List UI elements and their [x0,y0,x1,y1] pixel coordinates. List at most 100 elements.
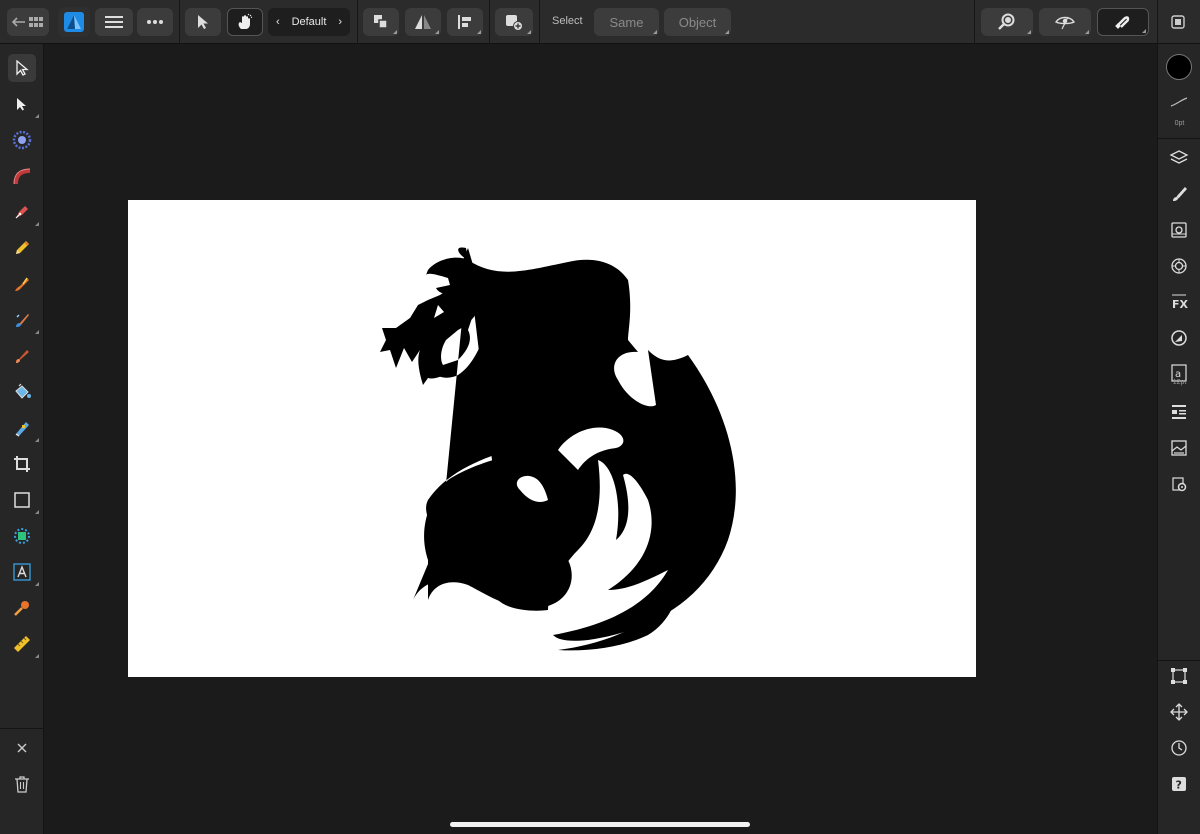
shape-builder-button[interactable] [8,162,36,190]
document-canvas[interactable] [128,200,976,677]
preset-selector[interactable]: ‹ Default › [268,8,350,36]
pen-tool-button[interactable] [8,198,39,226]
chevron-right-icon[interactable]: › [338,16,342,28]
back-to-gallery-button[interactable] [7,8,49,36]
color-picker-icon [14,601,29,616]
insert-button[interactable] [495,8,533,36]
snapping-button[interactable] [1097,8,1149,36]
more-button[interactable] [137,8,173,36]
place-image-button[interactable] [8,522,36,550]
flip-button[interactable] [405,8,441,36]
effects-icon: FX [1172,294,1188,311]
paint-brush-button[interactable] [8,306,39,334]
submenu-indicator-icon [527,30,531,34]
select-label: Select [552,15,583,27]
gallery-studio-button[interactable] [1165,434,1193,462]
document-menu-button[interactable] [95,8,133,36]
history-studio-button[interactable] [1165,734,1193,762]
corner-tool-button[interactable] [8,126,36,154]
measure-tool-button[interactable] [8,630,39,658]
designer-app-icon [64,12,84,32]
align-left-icon [458,15,471,29]
designer-persona-button[interactable] [58,7,90,37]
svg-text:FX: FX [1172,298,1188,311]
crop-tool-icon [14,456,30,472]
fill-color-swatch[interactable] [1166,54,1192,80]
preset-label: Default [291,16,327,28]
close-icon [17,743,27,753]
submenu-indicator-icon [725,30,729,34]
hide-ui-button[interactable] [1164,8,1192,36]
flip-horizontal-icon [415,15,431,29]
delete-button[interactable] [8,770,36,798]
rectangle-tool-button[interactable] [8,486,39,514]
submenu-indicator-icon [35,438,39,442]
zoom-button[interactable] [981,8,1033,36]
effects-studio-button[interactable]: FX [1165,288,1193,316]
arrange-icon [374,15,388,29]
stroke-swatch-button[interactable] [1165,88,1193,116]
submenu-indicator-icon [1027,30,1031,34]
corner-tool-icon [12,130,32,150]
measure-tool-icon [14,636,30,652]
assets-studio-button[interactable] [1165,216,1193,244]
pen-tool-icon [15,206,28,219]
artistic-text-button[interactable] [8,558,39,586]
select-mode-button[interactable] [185,8,221,36]
brush-button[interactable] [8,342,36,370]
node-tool-button[interactable] [8,90,39,118]
top-toolbar: ‹ Default › Select Same Object [0,0,1200,44]
help-button[interactable]: ? [1165,770,1193,798]
insert-plus-icon [506,15,523,31]
settings-studio-button[interactable] [1165,470,1193,498]
hand-touch-button[interactable] [227,8,263,36]
color-picker-button[interactable] [8,594,36,622]
toolbar-divider [974,0,975,44]
chevron-left-icon[interactable]: ‹ [276,16,280,28]
assets-icon [1171,222,1187,238]
transparency-tool-icon [15,422,29,437]
place-image-icon [14,528,30,544]
submenu-indicator-icon [435,30,439,34]
arrange-button[interactable] [363,8,399,36]
rectangle-tool-icon [14,492,30,508]
swatches-icon [1171,258,1187,274]
move-tool-button[interactable] [8,54,36,82]
crop-tool-button[interactable] [8,450,36,478]
ellipsis-icon [147,20,163,24]
trash-icon [15,776,29,793]
fill-tool-button[interactable] [8,378,36,406]
align-button[interactable] [447,8,483,36]
vector-brush-button[interactable] [8,270,36,298]
touch-hand-icon [238,13,253,29]
swatches-studio-button[interactable] [1165,252,1193,280]
select-same-button[interactable]: Same [594,8,659,36]
layers-studio-button[interactable] [1165,144,1193,172]
select-object-label: Object [678,14,717,30]
select-object-button[interactable]: Object [664,8,731,36]
color-studio-button[interactable] [1165,324,1193,352]
navigator-studio-button[interactable] [1165,398,1193,426]
view-mode-button[interactable] [1039,8,1091,36]
close-button[interactable] [8,734,36,762]
paint-brush-icon [16,314,29,327]
brushes-studio-button[interactable] [1165,180,1193,208]
svg-text:?: ? [1176,779,1182,792]
pointer-arrow-icon [198,15,208,29]
move-studio-button[interactable] [1165,698,1193,726]
back-arrow-icon [11,17,43,27]
studio-panel: 0pt FX a 12pt ? [1157,44,1200,834]
layers-icon [1169,150,1189,164]
home-indicator[interactable] [450,822,750,827]
dragon-artwork[interactable] [128,200,976,677]
fill-swatch-button[interactable] [1165,53,1193,81]
stroke-icon [1170,97,1188,107]
transparency-tool-button[interactable] [8,414,39,442]
brushes-icon [1173,186,1187,201]
transform-studio-button[interactable] [1165,662,1193,690]
panel-divider [1158,660,1200,661]
move-tool-icon [16,60,29,76]
pencil-tool-button[interactable] [8,234,36,262]
brush-icon [16,350,29,363]
help-icon: ? [1172,777,1186,792]
